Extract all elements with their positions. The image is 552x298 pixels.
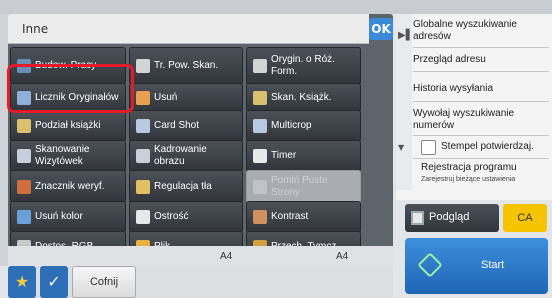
kadrowanie-obrazu-button[interactable]: Kadrowanie obrazu [129,140,243,172]
counter-icon [17,91,31,105]
background-adjust-icon [136,180,150,194]
contrast-icon [253,210,267,224]
multicrop-label: Multicrop [271,120,312,131]
orygin-roz-form-button[interactable]: Orygin. o Róż. Form. [246,47,361,85]
znacznik-weryf-button[interactable]: Znacznik weryf. [10,170,126,203]
business-card-icon [17,149,31,163]
preview-label: Podgląd [429,211,470,223]
usun-kolor-button[interactable]: Usuń kolor [10,201,126,233]
verify-stamp-icon [17,180,31,194]
stamp-confirm-checkbox[interactable] [421,140,436,155]
book-icon [253,91,267,105]
ca-button[interactable]: CA [503,204,547,232]
image-crop-icon [136,149,150,163]
tr-pow-skan-label: Tr. Pow. Skan. [154,60,219,71]
panel-title: Inne [22,22,49,36]
link-address-review[interactable]: Przegląd adresu [413,48,549,72]
crop-icon [253,119,267,133]
timer-button[interactable]: Timer [246,140,361,172]
kontrast-button[interactable]: Kontrast [246,201,361,233]
znacznik-weryf-label: Znacznik weryf. [35,180,105,192]
scroll-down-icon[interactable]: ▼ [398,143,404,152]
multicrop-button[interactable]: Multicrop [246,110,361,142]
clock-icon [253,149,267,163]
ok-button[interactable]: OK [369,18,393,40]
pomin-puste-strony-label: Pomiń Puste Strony [271,174,328,198]
ostrosc-label: Ostrość [154,211,189,222]
pomin-puste-strony-button[interactable]: Pomiń Puste Strony [246,170,361,203]
licznik-oryginalow-button[interactable]: Licznik Oryginałów [10,83,126,112]
star-icon[interactable]: ★ [8,266,36,298]
stamp-confirm-label: Stempel potwierdzaj. [441,141,534,152]
link-send-history[interactable]: Historia wysyłania [413,76,549,102]
skanowanie-wizytowek-label: Skanowanie Wizytówek [35,144,90,167]
usun-kolor-label: Usuń kolor [35,211,83,222]
sharpness-icon [136,210,150,224]
color-remove-icon [17,210,31,224]
start-icon [417,252,443,278]
program-registration[interactable]: Rejestracja programu Zarejestruj bieżące… [413,160,549,190]
stack-icon [17,59,31,73]
link-global-address-search[interactable]: Globalne wyszukiwanie adresów [413,14,549,48]
preview-button[interactable]: Podgląd [405,204,499,232]
usun-label: Usuń [154,91,178,103]
regulacja-tla-label: Regulacja tła [154,180,212,192]
pages-icon [253,59,267,73]
tr-pow-skan-button[interactable]: Tr. Pow. Skan. [129,47,243,85]
skan-ksiazk-label: Skan. Książk. [271,91,332,103]
blank-page-icon [253,180,267,194]
page-icon [136,59,150,73]
erase-icon [136,91,150,105]
podzial-ksiazki-button[interactable]: Podział książki [10,110,126,142]
kontrast-label: Kontrast [271,211,309,222]
card-shot-button[interactable]: Card Shot [129,110,243,142]
preview-icon [411,211,424,225]
card-shot-label: Card Shot [154,120,200,131]
budow-pracy-label: Budow. Pracy [35,60,97,71]
ostrosc-button[interactable]: Ostrość [129,201,243,233]
left-rail [0,14,8,266]
skanowanie-wizytowek-button[interactable]: Skanowanie Wizytówek [10,140,126,172]
usun-button[interactable]: Usuń [129,83,243,112]
undo-button[interactable]: Cofnij [72,266,136,298]
check-icon[interactable]: ✓ [40,266,68,298]
screen: Inne OK Budow. Pracy Tr. Pow. Skan. Orygin… [0,0,552,298]
book-split-icon [17,119,31,133]
kadrowanie-obrazu-label: Kadrowanie obrazu [154,144,207,167]
link-number-lookup[interactable]: Wywołaj wyszukiwanie numerów [413,104,549,136]
orygin-roz-form-label: Orygin. o Róż. Form. [271,54,335,77]
panel-title-bar: Inne [8,14,369,44]
paper-size-right: A4 [336,251,349,262]
start-button[interactable]: Start [405,238,548,294]
podzial-ksiazki-label: Podział książki [35,120,101,131]
stamp-confirm-row[interactable]: Stempel potwierdzaj. [413,137,549,159]
top-strip [0,0,552,14]
timer-label: Timer [271,150,297,161]
paper-size-left: A4 [220,251,233,262]
card-icon [136,119,150,133]
program-registration-label: Rejestracja programu [421,162,517,173]
start-label: Start [481,259,505,271]
regulacja-tla-button[interactable]: Regulacja tła [129,170,243,203]
expand-arrow-icon[interactable]: ▶▌ [398,30,413,41]
program-registration-sublabel: Zarejestruj bieżące ustawienia [421,176,516,183]
skan-ksiazk-button[interactable]: Skan. Książk. [246,83,361,112]
licznik-oryginalow-label: Licznik Oryginałów [35,91,119,103]
budow-pracy-button[interactable]: Budow. Pracy [10,47,126,85]
